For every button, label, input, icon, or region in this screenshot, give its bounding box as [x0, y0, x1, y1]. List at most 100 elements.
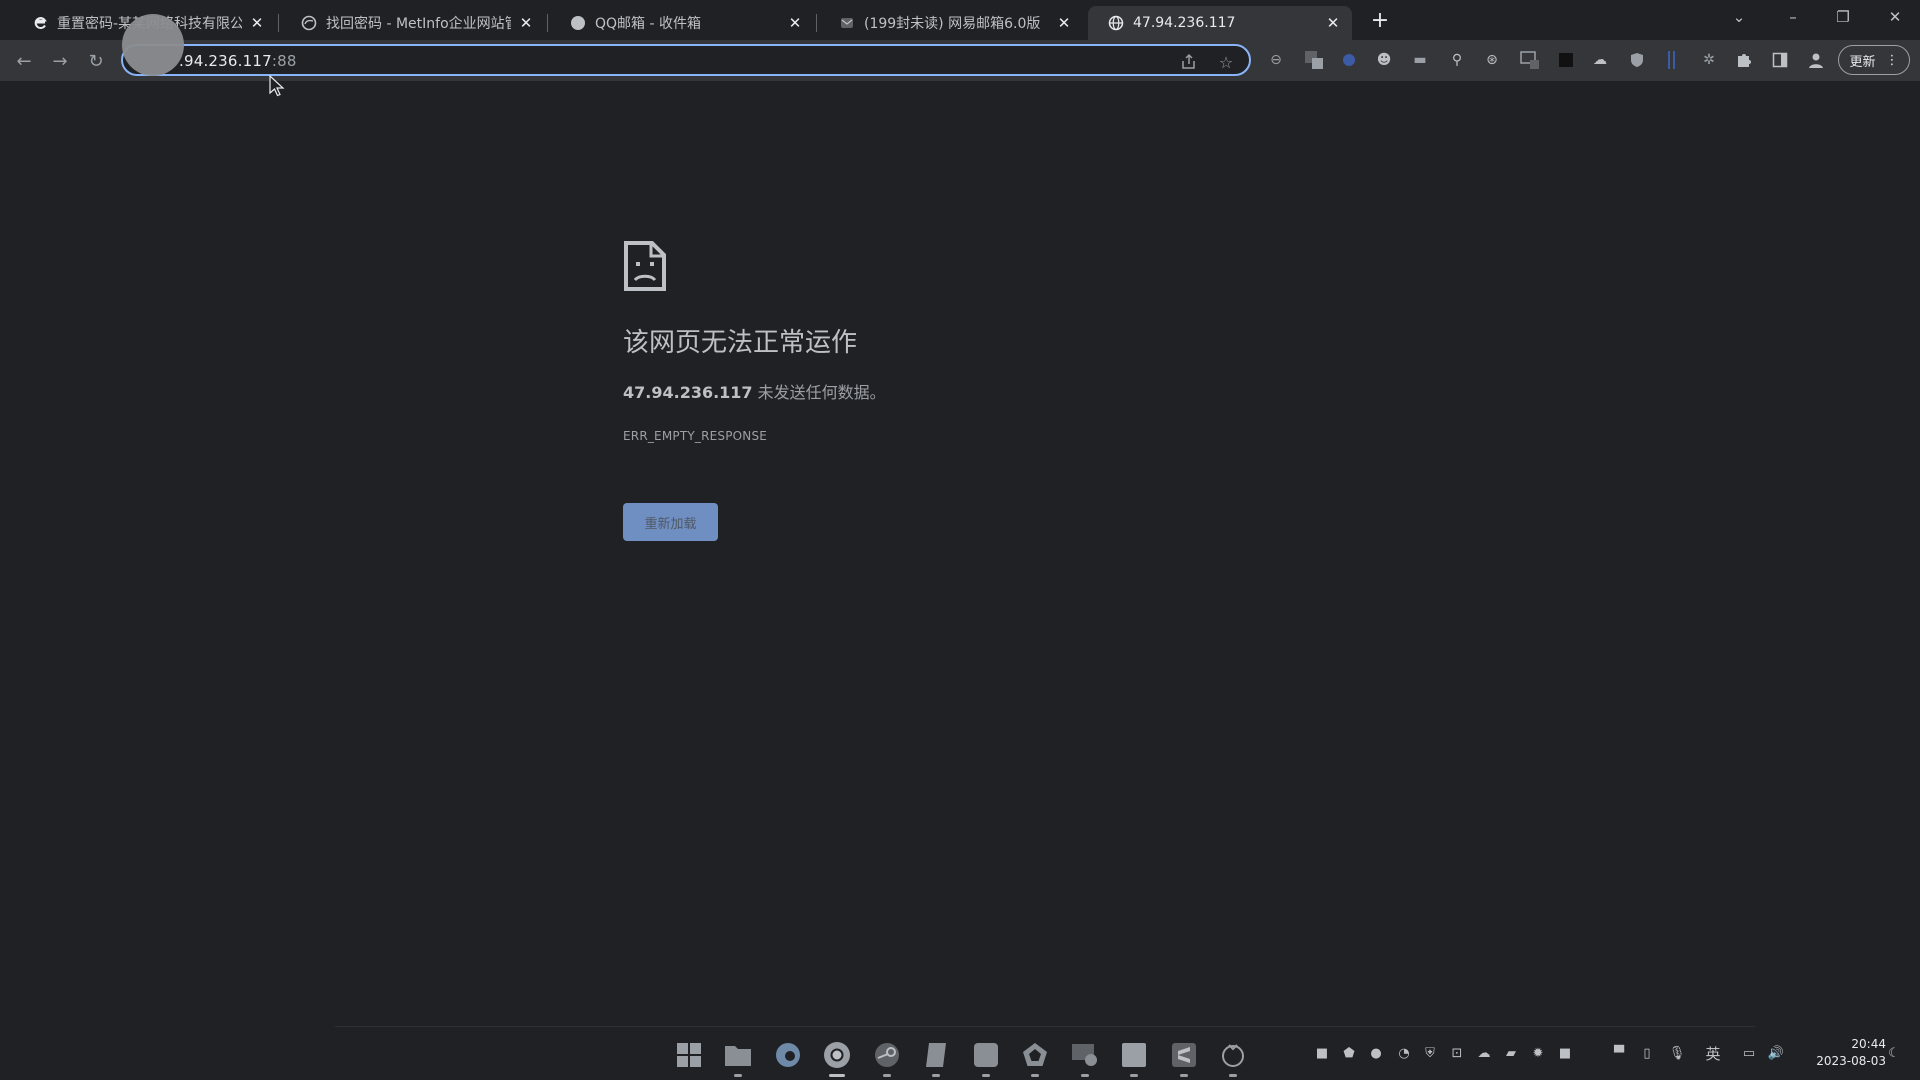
tray-cloud-icon[interactable]: ☁: [1475, 1044, 1493, 1062]
steam-icon[interactable]: [872, 1040, 902, 1077]
bookmark-star-icon[interactable]: ☆: [1215, 51, 1237, 73]
location-pin-icon[interactable]: ⚲: [1446, 49, 1468, 71]
tab-divider: [816, 14, 817, 32]
tab-active-ip[interactable]: 47.94.236.117 ✕: [1088, 6, 1352, 40]
cloud-extension-icon[interactable]: ☁: [1589, 49, 1611, 71]
black-square-extension-icon[interactable]: [1555, 49, 1577, 71]
close-tab-icon[interactable]: ✕: [786, 14, 804, 32]
tray-capture-icon[interactable]: ⊡: [1448, 1044, 1466, 1062]
chrome-browser-icon[interactable]: [822, 1040, 852, 1077]
mask-extension-icon[interactable]: ☻: [1373, 49, 1395, 71]
close-tab-icon[interactable]: ✕: [248, 14, 266, 32]
taskbar-divider: [335, 1026, 1755, 1027]
back-arrow-icon[interactable]: ←: [11, 48, 37, 74]
globe-icon: [1108, 15, 1124, 31]
tray-network-icon[interactable]: ◔: [1395, 1044, 1413, 1062]
remote-desktop-icon[interactable]: [1070, 1040, 1100, 1077]
running-indicator: [734, 1074, 742, 1077]
clock-time: 20:44: [1851, 1037, 1886, 1051]
pentagon-app-icon[interactable]: [1020, 1040, 1050, 1077]
error-host: 47.94.236.117: [623, 383, 753, 402]
tab-title: 47.94.236.117: [1133, 15, 1236, 31]
update-button[interactable]: 更新 ⋮: [1838, 45, 1910, 75]
tray-square-icon[interactable]: ■: [1556, 1044, 1574, 1062]
app-square-icon[interactable]: [971, 1040, 1001, 1077]
tab-qq-mail[interactable]: QQ邮箱 - 收件箱 ✕: [550, 6, 814, 40]
browser-alt-icon[interactable]: [1218, 1040, 1248, 1077]
file-explorer-icon[interactable]: [723, 1040, 753, 1077]
extensions-puzzle-icon[interactable]: [1733, 49, 1755, 71]
address-port: :88: [271, 52, 297, 70]
system-clock[interactable]: 20:44 2023-08-03: [1792, 1036, 1886, 1070]
tab-title: (199封未读) 网易邮箱6.0版: [864, 16, 1041, 32]
close-window-button[interactable]: ✕: [1872, 6, 1918, 28]
mail-icon: [839, 15, 855, 31]
mouse-cursor-icon: [269, 75, 285, 97]
volume-icon[interactable]: 🔊: [1767, 1044, 1785, 1062]
edge-browser-icon[interactable]: [773, 1040, 803, 1070]
close-tab-icon[interactable]: ✕: [517, 14, 535, 32]
tab-163-mail[interactable]: (199封未读) 网易邮箱6.0版 ✕: [819, 6, 1083, 40]
bars-extension-icon[interactable]: [1661, 49, 1683, 71]
tray-circle-icon[interactable]: ●: [1367, 1044, 1385, 1062]
tray-chat-icon[interactable]: ▀: [1610, 1044, 1628, 1062]
update-label: 更新: [1849, 54, 1876, 70]
close-tab-icon[interactable]: ✕: [1324, 14, 1342, 32]
network-display-icon[interactable]: ▭: [1740, 1044, 1758, 1062]
shield-extension-icon[interactable]: [1626, 49, 1648, 71]
forward-arrow-icon[interactable]: →: [47, 48, 73, 74]
more-vertical-icon: ⋮: [1885, 52, 1899, 68]
new-tab-button[interactable]: +: [1368, 8, 1392, 33]
translate-extension-icon[interactable]: [1303, 49, 1325, 71]
tab-search-chevron-icon[interactable]: ⌄: [1716, 6, 1762, 28]
tray-pentagon-icon[interactable]: ⬟: [1340, 1044, 1358, 1062]
globe-icon: [570, 15, 586, 31]
running-indicator: [1180, 1074, 1188, 1077]
notes-app-icon[interactable]: [921, 1040, 951, 1077]
profile-avatar-icon[interactable]: [1805, 49, 1827, 71]
terminal-app-icon[interactable]: [1119, 1040, 1149, 1077]
notification-moon-icon[interactable]: ☾: [1885, 1044, 1903, 1062]
cookie-extension-icon[interactable]: ⊛: [1481, 49, 1503, 71]
address-bar[interactable]: .94.236.117:88 ☆: [121, 44, 1251, 76]
close-tab-icon[interactable]: ✕: [1055, 14, 1073, 32]
tab-metinfo[interactable]: 找回密码 - MetInfo企业网站管理 ✕: [281, 6, 545, 40]
running-indicator: [1229, 1074, 1237, 1077]
tab-title: 找回密码 - MetInfo企业网站管理: [326, 16, 511, 32]
tray-app-icon[interactable]: ■: [1313, 1044, 1331, 1062]
reload-button[interactable]: 重新加载: [623, 503, 718, 541]
error-code: ERR_EMPTY_RESPONSE: [623, 429, 768, 443]
gear-extension-icon[interactable]: ✲: [1698, 49, 1720, 71]
cloud-icon: [301, 15, 317, 31]
hat-extension-icon[interactable]: ▬: [1409, 49, 1431, 71]
running-indicator: [1130, 1074, 1138, 1077]
tab-title: QQ邮箱 - 收件箱: [595, 16, 701, 32]
tray-shield-icon[interactable]: ⛨: [1421, 1044, 1439, 1062]
edge-e-icon: [32, 15, 48, 31]
tray-note-icon[interactable]: ▰: [1502, 1044, 1520, 1062]
side-panel-icon[interactable]: [1769, 49, 1791, 71]
running-indicator: [932, 1074, 940, 1077]
minimize-button[interactable]: –: [1770, 6, 1816, 28]
address-text[interactable]: .94.236.117:88: [179, 52, 297, 70]
running-indicator: [982, 1074, 990, 1077]
blue-extension-icon[interactable]: [1338, 49, 1360, 71]
address-host: .94.236.117: [179, 52, 272, 70]
share-icon[interactable]: [1178, 51, 1200, 73]
running-indicator: [1031, 1074, 1039, 1077]
taskbar: [0, 1025, 1920, 1080]
running-indicator: [1081, 1074, 1089, 1077]
sublime-text-icon[interactable]: [1169, 1040, 1199, 1077]
window-extension-icon[interactable]: [1519, 49, 1541, 71]
start-windows-icon[interactable]: [674, 1040, 704, 1070]
tab-divider: [278, 14, 279, 32]
tray-gear-icon[interactable]: ✹: [1529, 1044, 1547, 1062]
tab-strip: 重置密码-某某网络科技有限公司 ✕ 找回密码 - MetInfo企业网站管理 ✕…: [0, 0, 1920, 40]
zoom-icon[interactable]: ⊖: [1265, 49, 1287, 71]
microphone-icon[interactable]: 🎙: [1668, 1044, 1686, 1062]
reload-icon[interactable]: ↻: [83, 48, 109, 74]
tab-divider: [547, 14, 548, 32]
restore-button[interactable]: ❐: [1820, 6, 1866, 28]
tray-phone-icon[interactable]: ▯: [1638, 1044, 1656, 1062]
input-method-indicator[interactable]: 英: [1704, 1044, 1722, 1063]
